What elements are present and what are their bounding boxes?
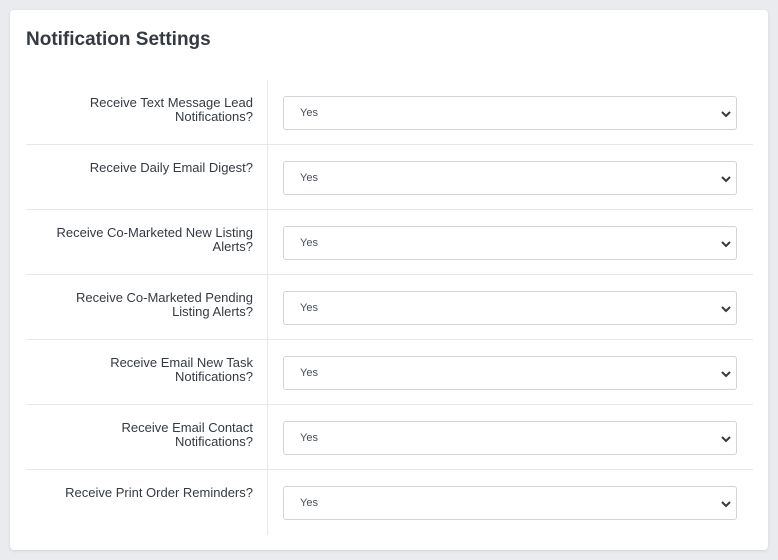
select-value: Yes <box>300 107 318 119</box>
setting-row: Receive Co-Marketed Pending Listing Aler… <box>26 275 753 340</box>
select-value: Yes <box>300 497 318 509</box>
setting-label: Receive Co-Marketed Pending Listing Aler… <box>75 290 253 319</box>
setting-row: Receive Print Order Reminders? Yes <box>26 470 753 535</box>
settings-list: Receive Text Message Lead Notifications?… <box>26 80 753 535</box>
chevron-down-icon <box>721 111 731 118</box>
co-marketed-new-listing-alerts-select[interactable]: Yes <box>283 226 737 260</box>
select-value: Yes <box>300 302 318 314</box>
chevron-down-icon <box>721 371 731 378</box>
setting-row: Receive Daily Email Digest? Yes <box>26 145 753 210</box>
daily-email-digest-select[interactable]: Yes <box>283 161 737 195</box>
select-value: Yes <box>300 367 318 379</box>
setting-label: Receive Email New Task Notifications? <box>110 355 253 384</box>
chevron-down-icon <box>721 176 731 183</box>
setting-row: Receive Email New Task Notifications? Ye… <box>26 340 753 405</box>
select-value: Yes <box>300 237 318 249</box>
setting-row: Receive Email Contact Notifications? Yes <box>26 405 753 470</box>
setting-row: Receive Text Message Lead Notifications?… <box>26 80 753 145</box>
select-value: Yes <box>300 432 318 444</box>
notification-settings-card: Notification Settings Receive Text Messa… <box>10 10 768 550</box>
print-order-reminders-select[interactable]: Yes <box>283 486 737 520</box>
chevron-down-icon <box>721 241 731 248</box>
setting-label: Receive Email Contact Notifications? <box>121 420 254 449</box>
text-message-lead-notifications-select[interactable]: Yes <box>283 96 737 130</box>
co-marketed-pending-listing-alerts-select[interactable]: Yes <box>283 291 737 325</box>
setting-label: Receive Print Order Reminders? <box>65 485 253 500</box>
setting-label: Receive Daily Email Digest? <box>89 160 253 175</box>
select-value: Yes <box>300 172 318 184</box>
email-contact-notifications-select[interactable]: Yes <box>283 421 737 455</box>
setting-row: Receive Co-Marketed New Listing Alerts? … <box>26 210 753 275</box>
setting-label: Receive Co-Marketed New Listing Alerts? <box>56 225 253 254</box>
email-new-task-notifications-select[interactable]: Yes <box>283 356 737 390</box>
chevron-down-icon <box>721 436 731 443</box>
setting-label: Receive Text Message Lead Notifications? <box>89 95 253 124</box>
chevron-down-icon <box>721 306 731 313</box>
card-title: Notification Settings <box>26 29 211 50</box>
chevron-down-icon <box>721 501 731 508</box>
